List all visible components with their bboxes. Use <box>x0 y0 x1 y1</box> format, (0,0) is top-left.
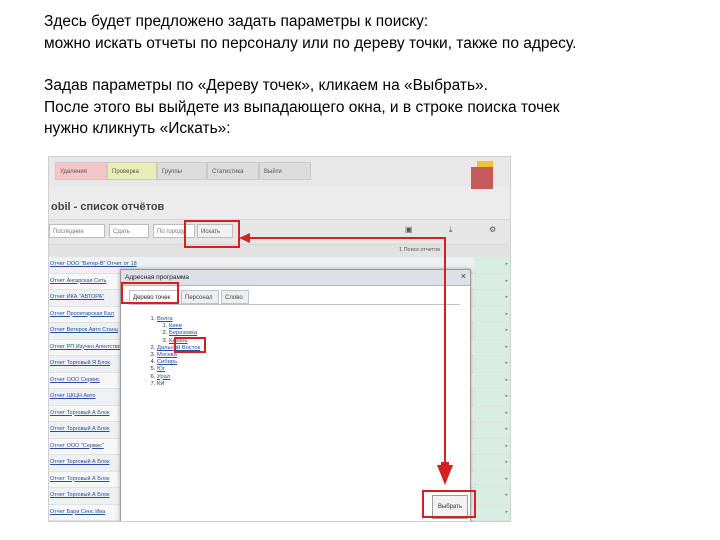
highlight-tree-node <box>174 337 206 353</box>
highlight-select-button <box>422 490 476 518</box>
highlight-tree-tab <box>121 282 179 304</box>
annotation-overlay <box>121 220 476 518</box>
highlight-search-button <box>184 220 240 248</box>
arrow-down-icon <box>437 465 453 485</box>
arrow-left-icon <box>239 233 250 243</box>
annotation-connector <box>246 237 446 463</box>
